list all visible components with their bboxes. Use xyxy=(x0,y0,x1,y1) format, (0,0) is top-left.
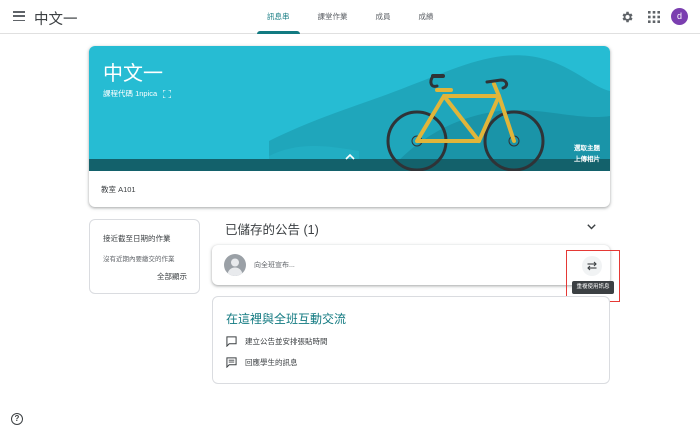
select-theme-link[interactable]: 選取主題 xyxy=(574,142,600,152)
tab-grades[interactable]: 成績 xyxy=(409,0,444,34)
top-app-bar: 中文一 訊息串 課堂作業 成員 成績 d xyxy=(0,0,700,34)
tab-stream[interactable]: 訊息串 xyxy=(257,0,300,34)
fullscreen-icon[interactable] xyxy=(163,89,172,98)
announce-compose-box[interactable]: 向全班宣布... xyxy=(212,245,610,285)
class-code-label: 課程代碼 1npica xyxy=(103,89,158,98)
account-avatar[interactable]: d xyxy=(671,8,688,25)
reuse-post-tooltip: 重複使用訊息 xyxy=(572,281,614,294)
upcoming-work-card: 接近截至日期的作業 沒有近期內要繳交的作業 全部顯示 xyxy=(89,219,200,294)
saved-announcements-toggle[interactable]: 已儲存的公告 (1) xyxy=(225,219,319,238)
engage-item-message: 回應學生的訊息 xyxy=(226,357,298,368)
course-name: 中文一 xyxy=(103,63,163,85)
engage-class-card: 在這裡與全班互動交流 建立公告並安排張貼時間 回應學生的訊息 xyxy=(212,296,610,384)
repeat-icon xyxy=(587,261,597,271)
engage-item-label: 建立公告並安排張貼時間 xyxy=(245,337,328,346)
tab-bar: 訊息串 課堂作業 成員 成績 xyxy=(257,0,452,34)
tab-people[interactable]: 成員 xyxy=(366,0,401,34)
app-title[interactable]: 中文一 xyxy=(34,8,78,29)
view-all-link[interactable]: 全部顯示 xyxy=(157,271,187,282)
room-label: 教室 A101 xyxy=(101,185,136,194)
chevron-down-icon[interactable] xyxy=(587,224,596,230)
upload-photo-link[interactable]: 上傳相片 xyxy=(574,153,600,163)
course-banner: 中文一 課程代碼 1npica 選取主題 上傳相片 xyxy=(89,46,610,171)
reuse-post-button[interactable] xyxy=(582,256,602,276)
announcement-icon xyxy=(226,336,237,347)
gear-icon[interactable] xyxy=(620,10,634,24)
course-header-card: 中文一 課程代碼 1npica 選取主題 上傳相片 教室 A101 xyxy=(89,46,610,207)
engage-title: 在這裡與全班互動交流 xyxy=(226,312,347,326)
engage-item-announcement: 建立公告並安排張貼時間 xyxy=(226,336,328,347)
chevron-up-icon[interactable] xyxy=(345,153,355,160)
upcoming-title: 接近截至日期的作業 xyxy=(103,234,171,243)
help-icon[interactable]: ? xyxy=(11,413,23,425)
class-code: 課程代碼 1npica xyxy=(103,88,172,99)
engage-item-label: 回應學生的訊息 xyxy=(245,358,298,367)
apps-grid-icon[interactable] xyxy=(648,11,660,23)
menu-icon[interactable] xyxy=(13,11,25,22)
upcoming-empty-text: 沒有近期內要繳交的作業 xyxy=(103,256,175,263)
message-icon xyxy=(226,357,237,368)
user-avatar-icon xyxy=(224,254,246,276)
tab-classwork[interactable]: 課堂作業 xyxy=(308,0,358,34)
compose-placeholder: 向全班宣布... xyxy=(254,262,295,269)
